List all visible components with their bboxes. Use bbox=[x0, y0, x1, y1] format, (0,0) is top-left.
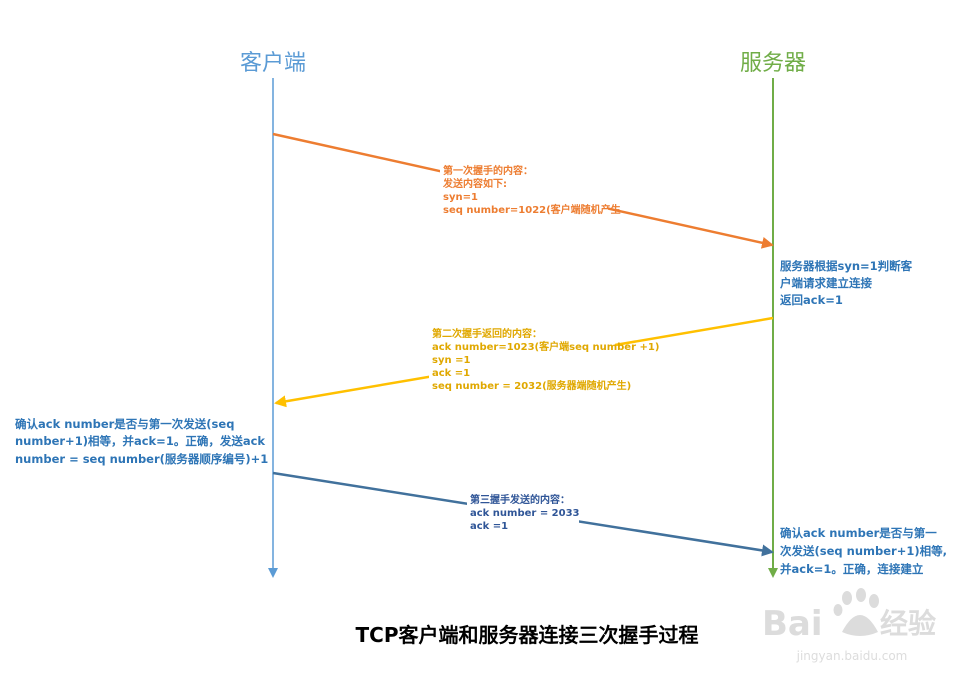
watermark-url: jingyan.baidu.com bbox=[796, 649, 908, 663]
client-note: 确认ack number是否与第一次发送(seq number+1)相等，并ac… bbox=[15, 417, 269, 466]
watermark: Bai 经验 jingyan.baidu.com bbox=[762, 588, 936, 663]
server-note-2: 确认ack number是否与第一 次发送(seq number+1)相等, 并… bbox=[780, 526, 951, 576]
client-note-line: number+1)相等，并ack=1。正确，发送ack bbox=[15, 434, 265, 448]
third-handshake-line: ack number = 2033 bbox=[470, 508, 580, 519]
first-handshake-line: 发送内容如下: bbox=[442, 177, 507, 190]
third-handshake-line: 第三握手发送的内容： bbox=[470, 493, 570, 506]
server-note-2-line: 并ack=1。正确，连接建立 bbox=[780, 562, 924, 576]
second-handshake-line: 第二次握手返回的内容： bbox=[432, 327, 542, 340]
server-note-2-line: 次发送(seq number+1)相等, bbox=[780, 544, 947, 558]
second-handshake-line: syn =1 bbox=[432, 355, 470, 366]
diagram-caption: TCP客户端和服务器连接三次握手过程 bbox=[356, 623, 699, 647]
client-note-line: 确认ack number是否与第一次发送(seq bbox=[15, 417, 234, 431]
server-label: 服务器 bbox=[740, 51, 806, 76]
handshake-diagram: 客户端 服务器 第一次握手的内容： 发送内容如下: syn=1 seq numb… bbox=[15, 51, 951, 663]
watermark-brand-left: Bai bbox=[762, 604, 823, 644]
second-handshake-line: ack =1 bbox=[432, 368, 470, 379]
second-handshake-line: seq number = 2032(服务器端随机产生) bbox=[432, 379, 631, 392]
third-handshake-line: ack =1 bbox=[470, 521, 508, 532]
first-handshake-line: seq number=1022(客户端随机产生 bbox=[443, 203, 621, 216]
server-note-2-line: 确认ack number是否与第一 bbox=[780, 526, 937, 540]
server-note-1-line: 返回ack=1 bbox=[780, 293, 843, 307]
server-note-1-line: 服务器根据syn=1判断客 bbox=[780, 259, 913, 273]
server-note-1-line: 户端请求建立连接 bbox=[780, 276, 872, 290]
watermark-brand-right: 经验 bbox=[880, 607, 936, 640]
second-handshake-line: ack number=1023(客户端seq number +1) bbox=[432, 340, 659, 353]
server-note-1: 服务器根据syn=1判断客 户端请求建立连接 返回ack=1 bbox=[780, 259, 916, 307]
first-handshake-line: 第一次握手的内容： bbox=[443, 164, 533, 177]
client-label: 客户端 bbox=[240, 51, 306, 76]
paw-icon bbox=[833, 588, 879, 636]
first-handshake-line: syn=1 bbox=[443, 192, 478, 203]
client-note-line: number = seq number(服务器顺序编号)+1 bbox=[15, 452, 268, 466]
